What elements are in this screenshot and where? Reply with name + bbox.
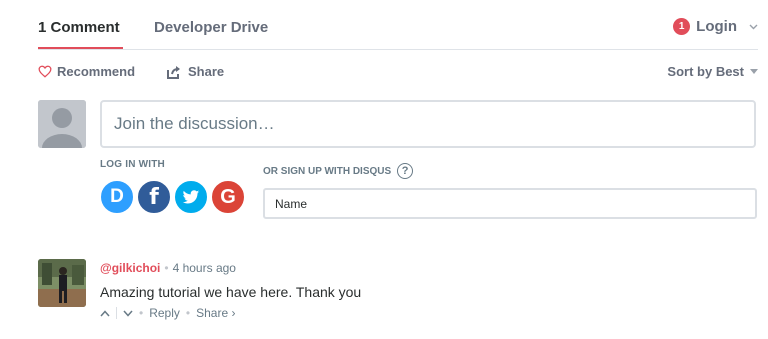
commenter-avatar[interactable] — [38, 259, 86, 307]
sort-label: Sort by Best — [667, 64, 744, 79]
chevron-down-icon[interactable] — [749, 24, 758, 30]
comment-actions: • Reply • Share › — [100, 306, 235, 320]
user-photo-icon — [38, 259, 86, 307]
login-with-label: LOG IN WITH — [100, 159, 165, 170]
reply-button[interactable]: Reply — [149, 306, 180, 320]
chevron-down-icon — [750, 69, 758, 74]
recommend-button[interactable]: Recommend — [38, 64, 135, 79]
heart-icon — [38, 65, 52, 78]
default-avatar-icon — [38, 100, 86, 148]
comment-author[interactable]: @gilkichoi — [100, 261, 160, 275]
comment-share-button[interactable]: Share › — [196, 306, 235, 320]
comment-input[interactable] — [100, 100, 756, 148]
login-menu[interactable]: 1 Login — [673, 18, 758, 35]
signup-with-label: OR SIGN UP WITH DISQUS ? — [263, 163, 414, 179]
meta-separator: • — [164, 261, 169, 275]
sort-dropdown[interactable]: Sort by Best — [667, 64, 758, 79]
share-label: Share — [188, 64, 225, 79]
downvote-icon[interactable] — [123, 310, 133, 317]
tab-forum[interactable]: Developer Drive — [154, 19, 268, 36]
action-separator: • — [139, 306, 144, 320]
share-button[interactable]: Share — [166, 64, 224, 79]
tab-comments[interactable]: 1 Comment — [38, 19, 120, 36]
signup-label-text: OR SIGN UP WITH DISQUS — [263, 165, 392, 177]
facebook-icon: f — [149, 184, 159, 210]
notification-badge[interactable]: 1 — [673, 18, 691, 35]
comment-timestamp[interactable]: 4 hours ago — [173, 261, 236, 275]
twitter-login-button[interactable] — [173, 179, 209, 215]
upvote-icon[interactable] — [100, 309, 110, 317]
disqus-login-button[interactable]: D — [99, 179, 135, 215]
share-icon — [167, 65, 180, 79]
action-separator: • — [185, 306, 191, 320]
disqus-icon: D — [110, 186, 124, 207]
comment-text: Amazing tutorial we have here. Thank you — [100, 284, 362, 300]
help-icon[interactable]: ? — [397, 163, 414, 179]
google-icon: G — [220, 185, 236, 208]
login-button[interactable]: Login — [696, 18, 737, 35]
google-login-button[interactable]: G — [210, 179, 246, 215]
avatar — [38, 100, 86, 148]
comment-meta: @gilkichoi • 4 hours ago — [100, 261, 236, 275]
facebook-login-button[interactable]: f — [136, 179, 172, 215]
recommend-label: Recommend — [57, 64, 136, 79]
nav-divider — [38, 49, 758, 50]
name-field[interactable] — [263, 188, 757, 219]
twitter-icon — [182, 189, 200, 203]
vote-divider — [116, 307, 117, 319]
